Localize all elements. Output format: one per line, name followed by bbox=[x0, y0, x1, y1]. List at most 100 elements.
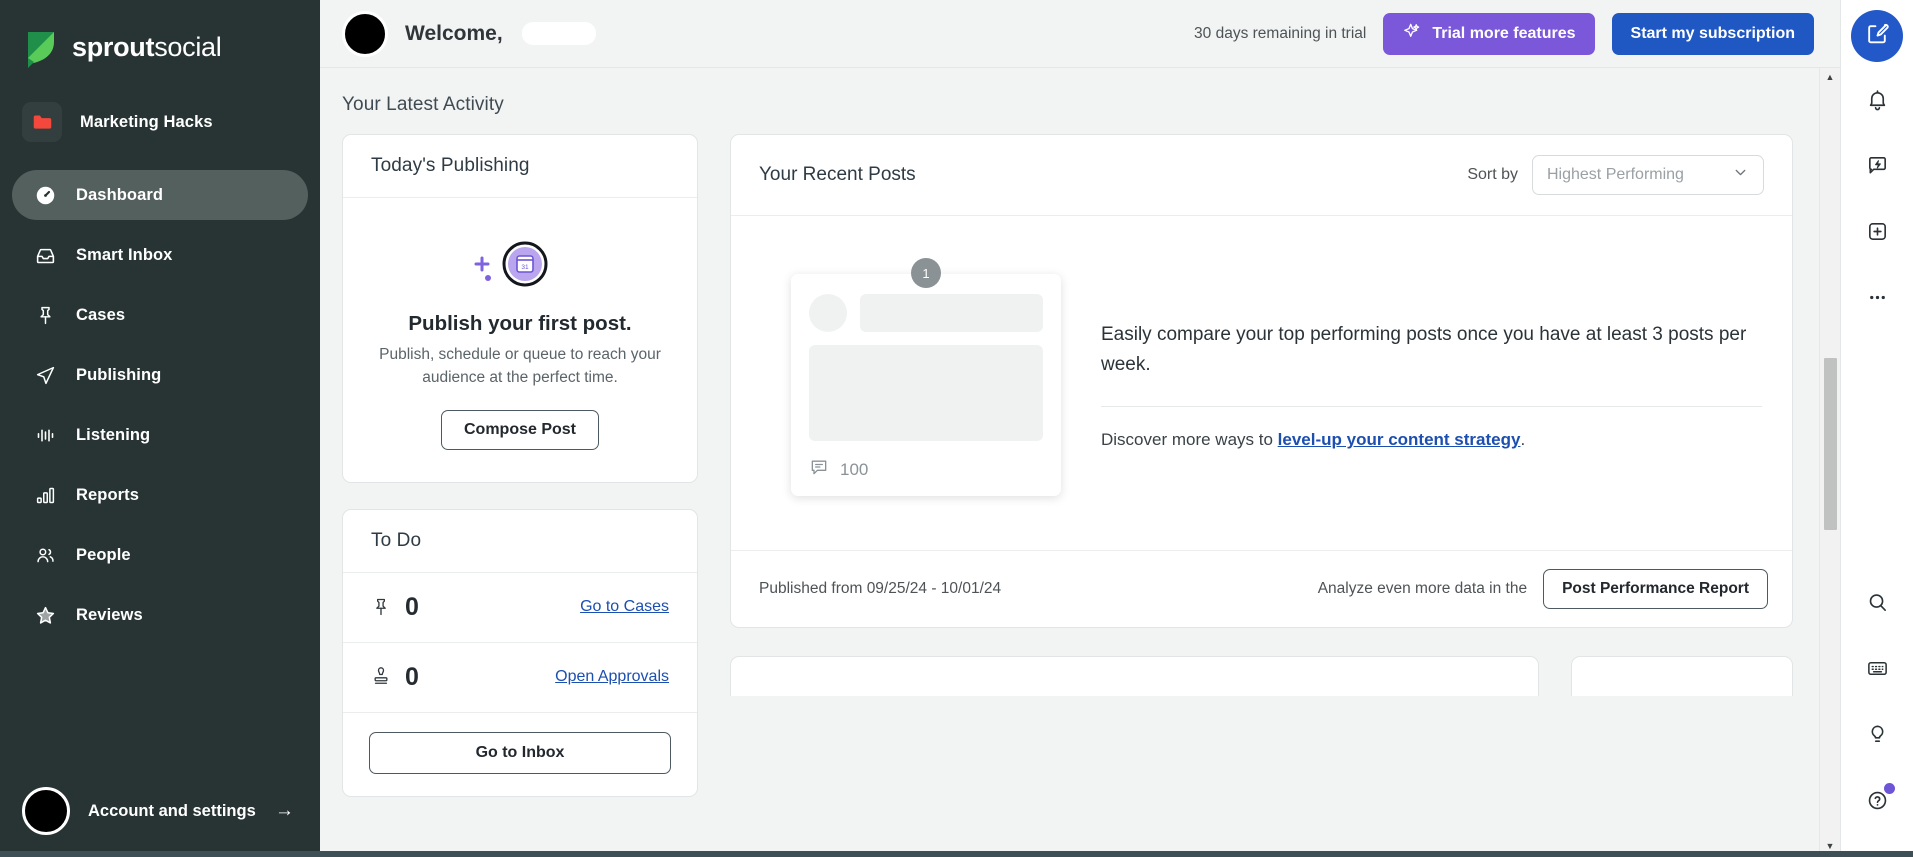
avatar bbox=[342, 11, 388, 57]
analyze-text: Analyze even more data in the bbox=[1318, 580, 1527, 598]
keyboard-shortcuts-button[interactable] bbox=[1852, 645, 1904, 697]
more-options-button[interactable] bbox=[1851, 274, 1903, 326]
ideas-button[interactable] bbox=[1852, 711, 1904, 763]
account-and-settings[interactable]: Account and settings → bbox=[0, 765, 320, 857]
page-scrollbar[interactable]: ▲ ▼ bbox=[1819, 68, 1840, 857]
star-icon bbox=[34, 604, 56, 626]
sidebar-item-label: Listening bbox=[76, 426, 150, 445]
dashboard-content: Your Latest Activity Today's Publishing bbox=[320, 68, 1819, 857]
discover-more-prefix: Discover more ways to bbox=[1101, 430, 1278, 449]
sidebar-item-label: People bbox=[76, 546, 131, 565]
published-range: Published from 09/25/24 - 10/01/24 bbox=[759, 580, 1001, 598]
todo-row-approvals: 0 Open Approvals bbox=[343, 643, 697, 713]
plus-square-icon bbox=[1866, 220, 1889, 248]
lightbulb-icon bbox=[1866, 723, 1889, 751]
topbar-actions: 30 days remaining in trial Trial more fe… bbox=[1194, 13, 1814, 55]
ellipsis-icon bbox=[1866, 286, 1889, 314]
trial-button-label: Trial more features bbox=[1432, 25, 1575, 43]
sidebar: sproutsocial Marketing Hacks Dashboard bbox=[0, 0, 320, 857]
content-wrap: Your Latest Activity Today's Publishing bbox=[320, 68, 1840, 857]
dashboard-grid: Today's Publishing bbox=[342, 134, 1793, 797]
redacted-username bbox=[522, 22, 596, 45]
partial-card-right[interactable] bbox=[1571, 656, 1793, 696]
sidebar-item-label: Dashboard bbox=[76, 186, 163, 205]
arrow-right-icon: → bbox=[275, 800, 294, 822]
comment-icon bbox=[809, 457, 829, 482]
workspace-switcher[interactable]: Marketing Hacks bbox=[22, 96, 300, 148]
content-strategy-link[interactable]: level-up your content strategy bbox=[1278, 430, 1521, 449]
go-to-inbox-button[interactable]: Go to Inbox bbox=[369, 732, 671, 774]
skeleton-header-row bbox=[809, 294, 1043, 332]
sort-select-value: Highest Performing bbox=[1547, 166, 1732, 184]
sidebar-item-cases[interactable]: Cases bbox=[12, 290, 308, 340]
recent-posts-card: Your Recent Posts Sort by Highest Perfor… bbox=[730, 134, 1793, 628]
trial-more-features-button[interactable]: Trial more features bbox=[1383, 13, 1594, 55]
sidebar-item-dashboard[interactable]: Dashboard bbox=[12, 170, 308, 220]
compose-pencil-icon bbox=[1865, 21, 1890, 51]
left-column: Today's Publishing bbox=[342, 134, 698, 797]
bell-icon bbox=[1866, 88, 1889, 116]
window-bottom-strip bbox=[0, 851, 1913, 857]
sidebar-item-reports[interactable]: Reports bbox=[12, 470, 308, 520]
recent-posts-lead: Easily compare your top performing posts… bbox=[1101, 320, 1762, 379]
svg-text:31: 31 bbox=[521, 264, 529, 271]
todo-count: 0 bbox=[405, 663, 419, 692]
brand-name-light: social bbox=[154, 32, 221, 62]
divider bbox=[1101, 406, 1762, 407]
right-rail-bottom bbox=[1841, 579, 1913, 843]
todo-header: To Do bbox=[343, 510, 697, 573]
sort-control: Sort by Highest Performing bbox=[1467, 155, 1764, 195]
add-button[interactable] bbox=[1851, 208, 1903, 260]
recent-posts-copy: Easily compare your top performing posts… bbox=[1101, 320, 1762, 450]
post-performance-report-button[interactable]: Post Performance Report bbox=[1543, 569, 1768, 609]
bar-chart-icon bbox=[34, 484, 56, 506]
compose-button[interactable] bbox=[1851, 10, 1903, 62]
brand[interactable]: sproutsocial bbox=[0, 0, 320, 72]
sidebar-item-reviews[interactable]: Reviews bbox=[12, 590, 308, 640]
people-icon bbox=[34, 544, 56, 566]
inbox-icon bbox=[34, 244, 56, 266]
sidebar-item-smart-inbox[interactable]: Smart Inbox bbox=[12, 230, 308, 280]
scroll-up-arrow[interactable]: ▲ bbox=[1826, 68, 1835, 86]
recent-posts-body: 1 bbox=[731, 216, 1792, 550]
account-label: Account and settings bbox=[88, 802, 257, 821]
brand-wordmark: sproutsocial bbox=[72, 32, 221, 63]
publish-first-post-title: Publish your first post. bbox=[367, 312, 673, 336]
scrollbar-track[interactable] bbox=[1824, 90, 1837, 835]
scrollbar-thumb[interactable] bbox=[1824, 358, 1837, 529]
right-column: Your Recent Posts Sort by Highest Perfor… bbox=[730, 134, 1793, 696]
go-to-cases-link[interactable]: Go to Cases bbox=[580, 598, 669, 616]
start-subscription-button[interactable]: Start my subscription bbox=[1612, 13, 1814, 55]
skeleton-avatar bbox=[809, 294, 847, 332]
welcome-block: Welcome, bbox=[342, 11, 596, 57]
sidebar-item-publishing[interactable]: Publishing bbox=[12, 350, 308, 400]
todays-publishing-card: Today's Publishing bbox=[342, 134, 698, 483]
sidebar-item-people[interactable]: People bbox=[12, 530, 308, 580]
open-approvals-link[interactable]: Open Approvals bbox=[555, 668, 669, 686]
welcome-text: Welcome, bbox=[405, 22, 503, 46]
search-button[interactable] bbox=[1852, 579, 1904, 631]
notifications-button[interactable] bbox=[1851, 76, 1903, 128]
post-rank-badge: 1 bbox=[911, 258, 941, 288]
sidebar-item-label: Cases bbox=[76, 306, 125, 325]
sprout-leaf-icon bbox=[24, 28, 58, 66]
workspace-label: Marketing Hacks bbox=[80, 113, 213, 132]
brand-name-bold: sprout bbox=[72, 32, 154, 62]
skeleton-card: 100 bbox=[791, 274, 1061, 496]
stamp-icon bbox=[371, 667, 395, 687]
search-icon bbox=[1866, 591, 1889, 619]
trial-days-remaining: 30 days remaining in trial bbox=[1194, 25, 1366, 43]
partial-card-left[interactable] bbox=[730, 656, 1539, 696]
quick-messages-button[interactable] bbox=[1851, 142, 1903, 194]
sidebar-item-listening[interactable]: Listening bbox=[12, 410, 308, 460]
sort-select[interactable]: Highest Performing bbox=[1532, 155, 1764, 195]
sidebar-nav: Dashboard Smart Inbox Cases Publishing bbox=[0, 170, 320, 640]
skeleton-title-bar bbox=[860, 294, 1043, 332]
pin-icon bbox=[371, 597, 395, 617]
post-skeleton-preview: 1 bbox=[791, 274, 1061, 496]
discover-more-text: Discover more ways to level-up your cont… bbox=[1101, 430, 1762, 450]
todays-publishing-body: 31 Publish your first post. Publish, sch… bbox=[343, 198, 697, 482]
compose-post-button[interactable]: Compose Post bbox=[441, 410, 599, 450]
below-fold-cards bbox=[730, 656, 1793, 696]
help-button[interactable] bbox=[1852, 777, 1904, 829]
